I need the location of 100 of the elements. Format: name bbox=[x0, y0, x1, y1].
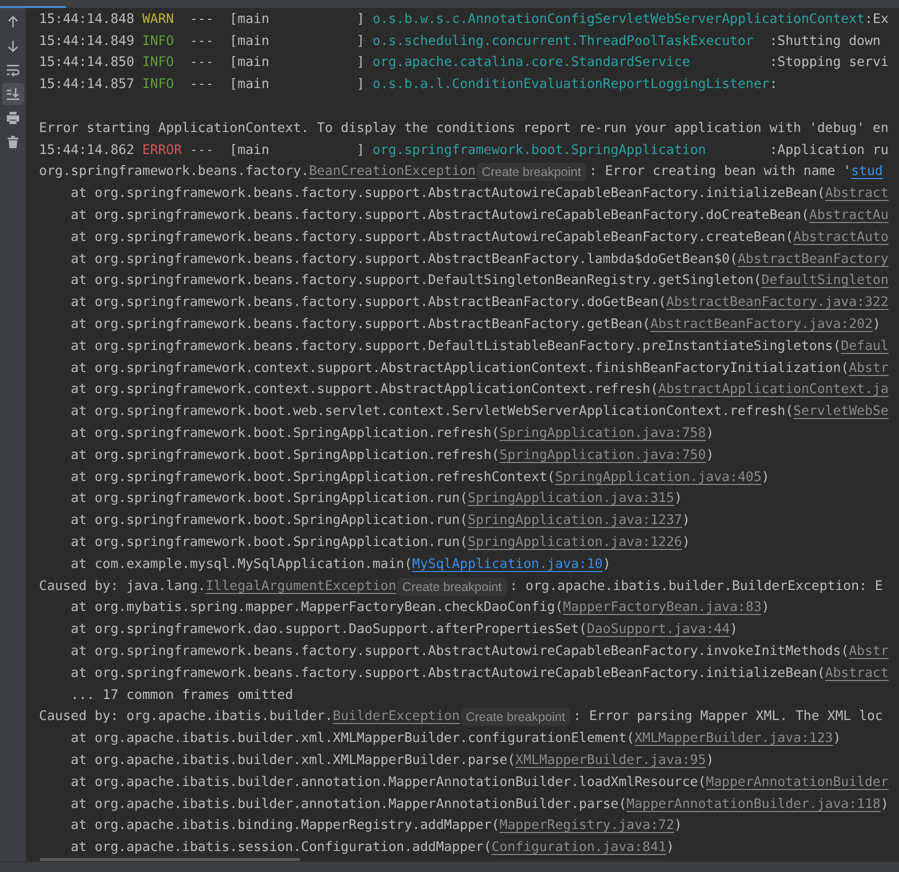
log-text: at org.springframework.beans.factory.support.AbstractAutowireCapableBeanFactory.doCreateBean( bbox=[70, 207, 810, 226]
source-link[interactable]: SpringApplication.java:315 bbox=[468, 490, 674, 508]
source-link[interactable]: DefaultSingleton bbox=[762, 272, 889, 290]
logger-name: org.apache.catalina.core.StandardService bbox=[372, 54, 690, 72]
log-text: ) bbox=[682, 534, 690, 552]
log-text: --- [main ] bbox=[188, 10, 366, 29]
log-text: : org.apache.ibatis.builder.BuilderException: E bbox=[510, 578, 883, 596]
source-link[interactable]: AbstractAuto bbox=[793, 228, 889, 247]
logger-name: o.s.b.a.l.ConditionEvaluationReportLoggingListener bbox=[372, 76, 770, 94]
trash-icon bbox=[6, 135, 20, 149]
log-text: :Stopping servi bbox=[768, 54, 889, 72]
log-level: INFO bbox=[142, 54, 174, 72]
log-text: :Ex bbox=[864, 10, 889, 29]
logger-name: org.springframework.boot.SpringApplication bbox=[372, 142, 706, 160]
create-breakpoint-hint[interactable]: Create breakpoint bbox=[397, 578, 507, 596]
source-link[interactable]: MapperRegistry.java:72 bbox=[500, 817, 674, 836]
log-text: at org.springframework.beans.factory.support.AbstractBeanFactory.doGetBean( bbox=[70, 294, 666, 312]
source-link[interactable]: BuilderException bbox=[332, 708, 460, 726]
log-text: at org.apache.ibatis.builder.annotation.MapperAnnotationBuilder.loadXmlResource( bbox=[70, 774, 706, 792]
source-link[interactable]: MapperAnnotationBuilder bbox=[706, 774, 889, 792]
log-text: --- [main ] bbox=[188, 76, 366, 94]
log-text: ) bbox=[706, 446, 714, 465]
source-link[interactable]: SpringApplication.java:1237 bbox=[468, 512, 682, 530]
log-text: : Error parsing Mapper XML. The XML loc bbox=[573, 708, 883, 726]
source-link[interactable]: Abstract bbox=[825, 185, 889, 204]
source-link[interactable]: MySqlApplication.java:10 bbox=[412, 556, 603, 574]
log-level: ERROR bbox=[142, 142, 182, 160]
source-link[interactable]: AbstractBeanFactory.java:322 bbox=[666, 294, 889, 312]
print-icon bbox=[6, 111, 20, 125]
log-text: ) bbox=[872, 316, 881, 334]
log-text: 15:44:14.862 bbox=[39, 142, 136, 160]
arrow-down-icon bbox=[6, 39, 20, 53]
log-text: at org.springframework.boot.SpringApplication.run( bbox=[70, 490, 468, 508]
create-breakpoint-hint[interactable]: Create breakpoint bbox=[476, 163, 586, 182]
source-link[interactable]: AbstractApplicationContext.ja bbox=[658, 381, 889, 400]
source-link[interactable]: BeanCreationException bbox=[308, 163, 476, 182]
source-link[interactable]: DaoSupport.java:44 bbox=[586, 621, 730, 640]
tab-indicator bbox=[0, 6, 66, 8]
source-link[interactable]: ServletWebSe bbox=[793, 403, 889, 422]
source-link[interactable]: SpringApplication.java:750 bbox=[500, 446, 706, 465]
log-text: ) bbox=[706, 425, 714, 444]
source-link[interactable]: AbstractBeanFactory.java:202 bbox=[650, 316, 873, 334]
source-link[interactable]: SpringApplication.java:1226 bbox=[468, 534, 682, 552]
source-link[interactable]: IllegalArgumentException bbox=[206, 578, 396, 596]
source-link[interactable]: stud bbox=[851, 163, 883, 182]
log-text: 15:44:14.857 bbox=[39, 76, 136, 94]
log-text: at org.springframework.boot.SpringApplication.run( bbox=[70, 534, 468, 552]
log-text: at org.springframework.beans.factory.support.AbstractAutowireCapableBeanFactory.createBean( bbox=[70, 228, 794, 247]
log-text: : Error creating bean with name ' bbox=[589, 163, 852, 182]
log-text: at org.apache.ibatis.builder.annotation.MapperAnnotationBuilder.parse( bbox=[70, 796, 627, 814]
logger-name: o.s.b.w.s.c.AnnotationConfigServletWebServerApplicationContext bbox=[372, 10, 865, 29]
log-text: at org.apache.ibatis.binding.MapperRegistry.addMapper( bbox=[70, 817, 500, 836]
logger-name: o.s.scheduling.concurrent.ThreadPoolTaskExecutor bbox=[372, 32, 754, 51]
log-text: at org.springframework.boot.SpringApplication.run( bbox=[70, 512, 468, 530]
log-text: ) bbox=[762, 599, 770, 618]
log-text: at org.springframework.boot.SpringApplication.refresh( bbox=[70, 446, 500, 465]
log-text: at org.springframework.context.support.AbstractApplicationContext.refresh( bbox=[70, 381, 658, 400]
source-link[interactable]: Defaul bbox=[840, 338, 889, 356]
log-text: --- [main ] bbox=[188, 142, 366, 160]
toolbar-button[interactable] bbox=[2, 83, 24, 105]
log-text: at org.springframework.beans.factory.support.DefaultListableBeanFactory.preInstantiateSingletons( bbox=[70, 338, 841, 356]
source-link[interactable]: MapperFactoryBean.java:83 bbox=[563, 599, 762, 618]
source-link[interactable]: AbstractAu bbox=[809, 207, 889, 226]
log-text: ... 17 common frames omitted bbox=[70, 686, 294, 705]
log-text: :Shutting down bbox=[768, 32, 881, 51]
log-text: at org.springframework.beans.factory.support.AbstractAutowireCapableBeanFactory.invokeInitMethods( bbox=[70, 643, 849, 661]
source-link[interactable]: Abstr bbox=[848, 360, 889, 378]
log-text: ) bbox=[762, 468, 770, 487]
log-text: ) bbox=[880, 796, 889, 814]
log-text: at org.springframework.beans.factory.support.AbstractAutowireCapableBeanFactory.initializeBean( bbox=[70, 664, 826, 683]
source-link[interactable]: MapperAnnotationBuilder.java:118 bbox=[626, 796, 881, 814]
log-text: at org.mybatis.spring.mapper.MapperFactoryBean.checkDaoConfig( bbox=[70, 599, 564, 618]
log-text: at org.apache.ibatis.session.Configuration.addMapper( bbox=[70, 839, 492, 858]
log-level: INFO bbox=[142, 76, 174, 94]
log-text: --- [main ] bbox=[188, 54, 366, 72]
source-link[interactable]: SpringApplication.java:758 bbox=[500, 425, 706, 444]
log-text: ) bbox=[602, 556, 611, 574]
log-text: at org.springframework.beans.factory.support.AbstractAutowireCapableBeanFactory.initializeBean( bbox=[70, 185, 826, 204]
log-text: org.springframework.beans.factory. bbox=[39, 163, 309, 182]
scroll-to-end-icon bbox=[6, 87, 20, 101]
log-text: Caused by: org.apache.ibatis.builder. bbox=[39, 708, 333, 726]
source-link[interactable]: Configuration.java:841 bbox=[492, 839, 666, 858]
log-text: at org.springframework.boot.SpringApplication.refreshContext( bbox=[70, 468, 556, 487]
source-link[interactable]: Abstract bbox=[825, 664, 889, 683]
create-breakpoint-hint[interactable]: Create breakpoint bbox=[460, 708, 570, 726]
log-text: ) bbox=[682, 512, 690, 530]
log-text: at org.apache.ibatis.builder.xml.XMLMapperBuilder.parse( bbox=[70, 752, 516, 770]
source-link[interactable]: Abstr bbox=[848, 643, 889, 661]
log-text: 15:44:14.849 bbox=[39, 32, 136, 51]
log-text: at org.springframework.boot.SpringApplication.refresh( bbox=[70, 425, 500, 444]
log-text: at com.example.mysql.MySqlApplication.main( bbox=[70, 556, 412, 574]
log-text: at org.springframework.context.support.AbstractApplicationContext.finishBeanFactoryInitialization( bbox=[70, 360, 849, 378]
source-link[interactable]: AbstractBeanFactory bbox=[738, 250, 889, 269]
arrow-up-icon bbox=[6, 15, 20, 29]
log-text: at org.springframework.boot.web.servlet.context.ServletWebServerApplicationContext.refresh( bbox=[70, 403, 794, 422]
source-link[interactable]: XMLMapperBuilder.java:95 bbox=[515, 752, 706, 770]
source-link[interactable]: XMLMapperBuilder.java:123 bbox=[634, 730, 833, 748]
source-link[interactable]: SpringApplication.java:405 bbox=[555, 468, 762, 487]
soft-wrap-icon bbox=[6, 63, 20, 77]
log-text: Error starting ApplicationContext. To display the conditions report re-run your application with 'debug' en bbox=[39, 120, 889, 138]
